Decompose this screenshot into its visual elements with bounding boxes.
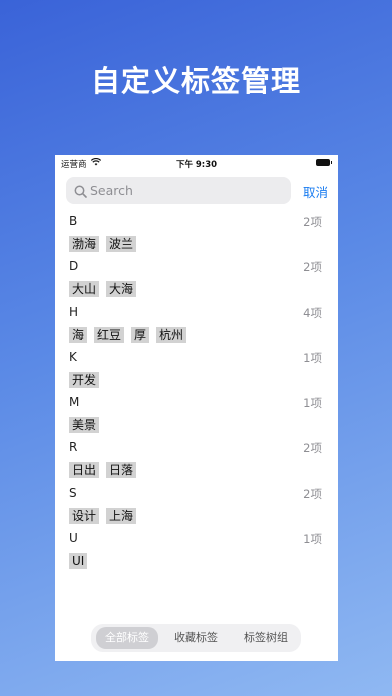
section-count: 4项 [303, 305, 322, 320]
section-letter: D [69, 259, 79, 274]
search-icon [74, 183, 87, 202]
tag-section-h: H 4项海红豆厚杭州 [55, 302, 338, 347]
section-count: 1项 [303, 532, 322, 547]
battery-icon [316, 159, 332, 166]
tag-chip-row: 渤海 波兰 [69, 233, 143, 252]
tag-section-k: K 1项开发 [55, 347, 338, 392]
tag-section-u: U 1项 UI [55, 528, 338, 573]
section-letter: M [69, 395, 80, 410]
tag-chip[interactable]: 设计 [69, 507, 100, 524]
tag-chip-row: UI [69, 550, 94, 570]
promo-headline: 自定义标签管理 [90, 64, 301, 98]
section-count: 2项 [303, 486, 322, 501]
tag-chip[interactable]: 日出 [69, 462, 100, 479]
tag-chip[interactable]: 上海 [106, 507, 137, 524]
section-count: 1项 [303, 396, 322, 411]
tag-chip[interactable]: 渤海 [69, 236, 100, 252]
search-row: Search 取消 [55, 177, 338, 205]
tag-chip[interactable]: 波兰 [106, 236, 137, 252]
tag-section-r: R 2项日出 日落 [55, 437, 338, 482]
search-input[interactable]: Search [66, 177, 291, 204]
cancel-button[interactable]: 取消 [303, 182, 328, 201]
tab-favorite-tags[interactable]: 收藏标签 [165, 627, 227, 649]
tag-chip[interactable]: UI [69, 553, 88, 570]
phone-screen: 运营商 下午 9:30 Search 取消 B 2项 渤海 波兰 D 2项 大山 大海 H 4项海… [55, 155, 338, 661]
tag-chip[interactable]: 红豆 [94, 326, 125, 343]
tag-section-d: D 2项大山 大海 [55, 256, 338, 301]
tag-chip[interactable]: 厚 [131, 326, 150, 343]
tag-chip-row: 海红豆厚杭州 [69, 324, 193, 343]
section-letter: R [69, 440, 78, 455]
tag-chip-row: 设计 上海 [69, 505, 143, 524]
tag-list: B 2项 渤海 波兰 D 2项 大山 大海 H 4项海红豆厚杭州 K 1项 开发 M 1项 美景 R 2项 日出 日落… [55, 211, 338, 573]
section-letter: B [69, 214, 78, 228]
tag-chip[interactable]: 美景 [69, 417, 100, 434]
tag-chip-row: 日出 日落 [69, 459, 143, 479]
section-count: 2项 [303, 260, 322, 275]
tag-section-b: B 2项渤海 波兰 [55, 211, 338, 256]
tag-chip[interactable]: 海 [69, 326, 88, 343]
tag-chip[interactable]: 日落 [106, 462, 137, 479]
section-count: 2项 [303, 215, 322, 229]
tag-section-m: M 1项美景 [55, 392, 338, 437]
section-letter: S [69, 485, 77, 500]
status-time: 下午 9:30 [175, 160, 218, 170]
search-placeholder: Search [90, 183, 133, 198]
tag-chip-row: 大山 大海 [69, 278, 143, 298]
tag-chip[interactable]: 大山 [69, 281, 100, 298]
section-letter: U [69, 531, 78, 546]
tag-chip[interactable]: 杭州 [156, 326, 187, 343]
tag-chip-row: 开发 [69, 369, 106, 388]
tag-chip-row: 美景 [69, 414, 106, 434]
segmented-tab-bar: 全部标签 收藏标签 标签树组 [91, 624, 301, 652]
section-count: 2项 [303, 441, 322, 456]
tab-all-tags[interactable]: 全部标签 [96, 627, 158, 649]
section-letter: H [69, 304, 79, 319]
tag-chip[interactable]: 开发 [69, 371, 100, 388]
tag-chip[interactable]: 大海 [106, 281, 137, 298]
status-bar: 运营商 下午 9:30 [55, 155, 338, 171]
section-count: 1项 [303, 350, 322, 365]
section-letter: K [69, 349, 77, 364]
tab-tag-tree[interactable]: 标签树组 [235, 627, 297, 649]
tag-section-s: S 2项设计 上海 [55, 483, 338, 528]
